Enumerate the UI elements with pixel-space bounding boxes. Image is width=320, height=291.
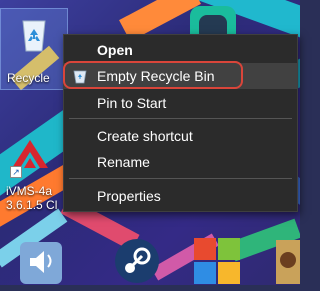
ivms-label-line2: 3.6.1.5 Cl <box>6 198 58 212</box>
menu-item-create-shortcut[interactable]: Create shortcut <box>64 123 297 149</box>
menu-separator <box>69 118 292 119</box>
ivms-label-line1: iVMS-4a <box>6 184 53 198</box>
menu-item-properties[interactable]: Properties <box>64 183 297 209</box>
game-app-icon <box>276 240 300 284</box>
menu-item-empty-recycle-bin[interactable]: Empty Recycle Bin <box>64 63 297 89</box>
menu-item-pin-to-start[interactable]: Pin to Start <box>64 90 297 116</box>
speaker-icon <box>20 242 62 284</box>
menu-item-rename[interactable]: Rename <box>64 149 297 175</box>
windows-logo-icon <box>194 238 240 284</box>
steam-icon <box>115 239 159 283</box>
menu-separator <box>69 178 292 179</box>
shortcut-arrow-icon: ↗ <box>10 166 22 178</box>
steam-desktop-icon[interactable] <box>112 236 162 286</box>
partial-desktop-icon[interactable] <box>276 236 320 286</box>
recycle-bin-icon <box>73 70 87 84</box>
menu-item-open[interactable]: Open <box>64 37 297 63</box>
recycle-bin-context-menu: Open Empty Recycle Bin Pin to Start Crea… <box>63 34 298 212</box>
speaker-app-desktop-icon[interactable] <box>16 236 66 286</box>
recycle-bin-desktop-icon[interactable]: Recycle <box>0 8 68 90</box>
ivms-desktop-icon[interactable]: ↗ iVMS-4a 3.6.1.5 Cl <box>0 132 60 220</box>
recycle-bin-icon <box>22 20 46 52</box>
office-app-desktop-icon[interactable] <box>192 236 242 286</box>
